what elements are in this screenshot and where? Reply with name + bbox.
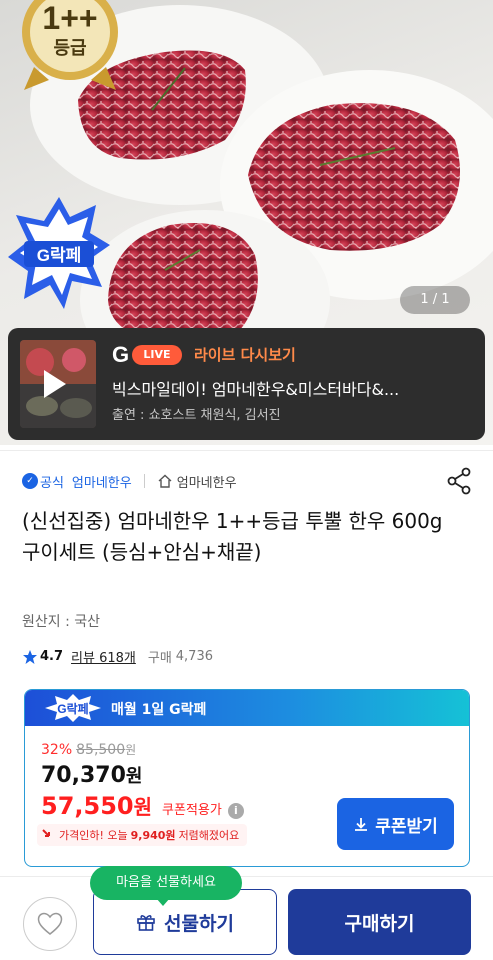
official-check-icon: ✓ [22,473,38,489]
sale-price-row: 70,370원 [41,762,142,788]
purchase-count: 4,736 [175,649,213,664]
divider [0,450,493,451]
coupon-header-text: 매월 1일 G락페 [111,702,207,718]
coupon-download-label: 쿠폰받기 [375,816,438,837]
live-replay-card[interactable]: G LIVE 라이브 다시보기 빅스마일데이! 엄마네한우&미스터바다&... … [8,328,485,440]
discount-rate: 32% [41,742,73,758]
live-replay-label[interactable]: 라이브 다시보기 [194,344,296,365]
glakpae-promo-text: G락페 [37,246,82,265]
download-icon [355,818,368,831]
bottom-bar-divider [0,876,493,877]
product-origin: 원산지 : 국산 [22,614,101,630]
home-icon [158,474,172,488]
coupon-applied-label: 쿠폰적용가 [162,803,222,818]
coupon-price-row: 57,550 원 쿠폰적용가 i [41,791,244,820]
separator [143,474,145,488]
live-logo-letter: G [112,342,130,367]
rating-value: 4.7 [40,649,64,664]
grade-badge-icon: 1++ 등급 [14,0,126,92]
purchase-label: 구매 [147,651,172,666]
product-image-carousel[interactable]: 1++ 등급 G락페 1 / 1 G LIVE 라이브 다시보기 빅스마일데이! [0,0,493,445]
arrow-down-icon [42,829,50,837]
share-icon[interactable] [446,467,472,495]
sale-price-unit: 원 [125,766,143,787]
product-title: (신선집중) 엄마네한우 1++등급 투뿔 한우 600g 구이세트 (등심+안… [22,509,443,564]
buy-button-label: 구매하기 [344,912,415,935]
gift-tooltip: 마음을 선물하세요 [90,866,242,906]
grade-badge-top: 1++ [42,0,98,36]
glakpae-promo-badge: G락페 [6,195,112,313]
original-price-unit: 원 [125,743,137,757]
coupon-header: G락페 매월 1일 G락페 [25,690,469,726]
glakpae-badge-icon: G락페 [45,694,101,722]
image-counter: 1 / 1 [400,286,470,314]
price-drop-prefix: 가격인하! 오늘 [59,829,128,842]
grade-badge-bottom: 등급 [53,38,87,58]
gift-button-label: 선물하기 [164,912,234,935]
gift-icon [137,915,155,931]
info-icon[interactable]: i [227,803,244,819]
review-link[interactable]: 리뷰 618개 [71,647,136,666]
star-icon [23,649,37,664]
rating-row: 4.7 리뷰 618개 구매 4,736 [22,647,213,666]
buy-button[interactable]: 구매하기 [288,889,471,955]
price-drop-suffix: 저렴해졌어요 [178,829,240,842]
sale-price: 70,370 [41,763,126,788]
live-cast: 출연 : 쇼호스트 채원식, 김서진 [112,408,281,423]
coupon-price-box: G락페 매월 1일 G락페 32% 85,500 원 70,370원 57,55… [24,689,470,867]
official-label: 공식 [40,475,64,491]
glakpae-badge-text: G락페 [57,702,88,716]
shop-link[interactable]: 엄마네한우 [177,472,237,491]
wishlist-button[interactable] [23,897,77,951]
price-drop-amount: 9,940원 [130,829,176,842]
live-title[interactable]: 빅스마일데이! 엄마네한우&미스터바다&... [112,376,472,400]
live-thumbnail[interactable] [20,340,96,428]
original-price: 85,500 [76,742,126,758]
play-icon [44,370,66,398]
price-drop-notice: 가격인하! 오늘 9,940원 저렴해졌어요 [37,824,248,846]
coupon-download-button[interactable]: 쿠폰받기 [337,798,454,850]
coupon-price-unit: 원 [133,795,153,819]
coupon-price: 57,550 [41,792,134,820]
brand-row: ✓ 공식 엄마네한우 엄마네한우 [22,470,237,492]
heart-icon [37,912,63,935]
live-pill: LIVE [132,345,182,365]
discount-row: 32% 85,500 원 [41,741,136,758]
brand-link[interactable]: 엄마네한우 [72,472,132,491]
